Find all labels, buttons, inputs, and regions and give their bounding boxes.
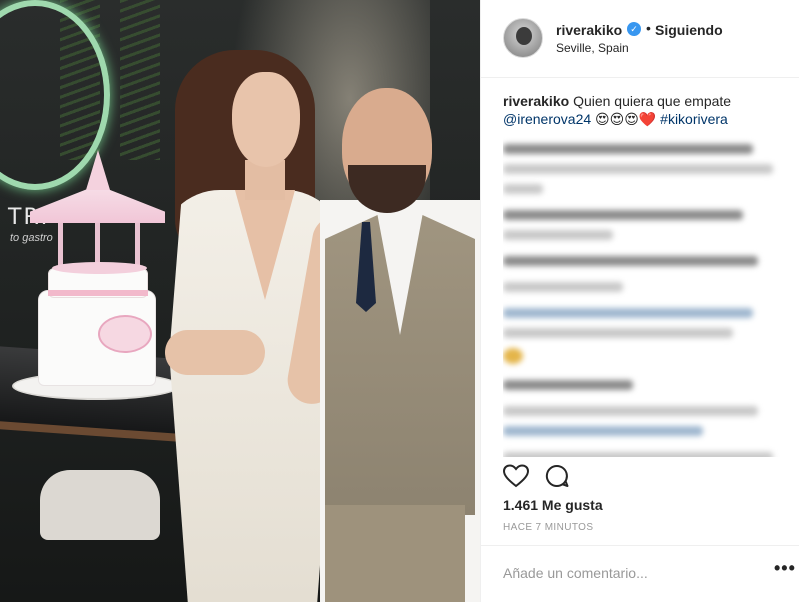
post-side-panel: riverakiko ✓ • Siguiendo Seville, Spain … [480, 0, 799, 602]
woman-hands [165, 330, 265, 375]
carousel-base [52, 262, 147, 274]
heart-icon[interactable] [503, 464, 529, 488]
blurred-comment [503, 328, 733, 338]
follow-status-button[interactable]: Siguiendo [655, 22, 723, 38]
woman-face [232, 72, 300, 167]
header-username[interactable]: riverakiko [556, 22, 622, 38]
blurred-comment [503, 144, 753, 154]
more-options-icon[interactable]: ••• [774, 558, 796, 579]
blurred-emoji [503, 348, 523, 364]
hanging-plant [120, 0, 160, 160]
caption-hashtag[interactable]: #kikorivera [660, 111, 728, 127]
carousel-pole [135, 222, 140, 270]
cake-ribbon [48, 290, 148, 296]
blurred-comment [503, 426, 703, 436]
separator-dot: • [646, 20, 651, 36]
blurred-comments [503, 144, 793, 457]
avatar[interactable] [503, 18, 543, 58]
blurred-comment [503, 256, 758, 266]
wall-sign-subtext: to gastro [10, 232, 53, 244]
caption-emojis: 😍😍😍❤️ [595, 111, 657, 127]
post-photo[interactable]: TRI to gastro [0, 0, 480, 602]
blurred-comment [503, 282, 623, 292]
blurred-comment [503, 164, 773, 174]
carousel-pole [58, 222, 63, 270]
comments-list[interactable]: riverakiko Quien quiera que empate @iren… [503, 92, 793, 457]
cake-name-plaque [98, 315, 152, 353]
likes-count[interactable]: 1.461 Me gusta [503, 497, 603, 513]
comment-input[interactable] [503, 562, 753, 584]
comment-icon[interactable] [545, 464, 569, 488]
caption-username[interactable]: riverakiko [503, 93, 569, 109]
blurred-comment [503, 184, 543, 194]
chair [40, 470, 160, 540]
post-header: riverakiko ✓ • Siguiendo Seville, Spain [481, 0, 799, 78]
caption: riverakiko Quien quiera que empate @iren… [503, 92, 793, 128]
caption-text: Quien quiera que empate [573, 93, 732, 109]
add-comment-section: ••• [481, 545, 799, 602]
blurred-comment [503, 380, 633, 390]
blurred-comment [503, 308, 753, 318]
blurred-comment [503, 210, 743, 220]
man-pants [325, 505, 465, 602]
carousel-roof [30, 185, 165, 223]
verified-badge-icon: ✓ [627, 22, 641, 36]
blurred-comment [503, 230, 613, 240]
blurred-comment [503, 406, 758, 416]
post-timestamp[interactable]: HACE 7 MINUTOS [503, 522, 593, 533]
blurred-comment [503, 452, 773, 457]
caption-mention[interactable]: @irenerova24 [503, 111, 591, 127]
location-link[interactable]: Seville, Spain [556, 41, 629, 55]
